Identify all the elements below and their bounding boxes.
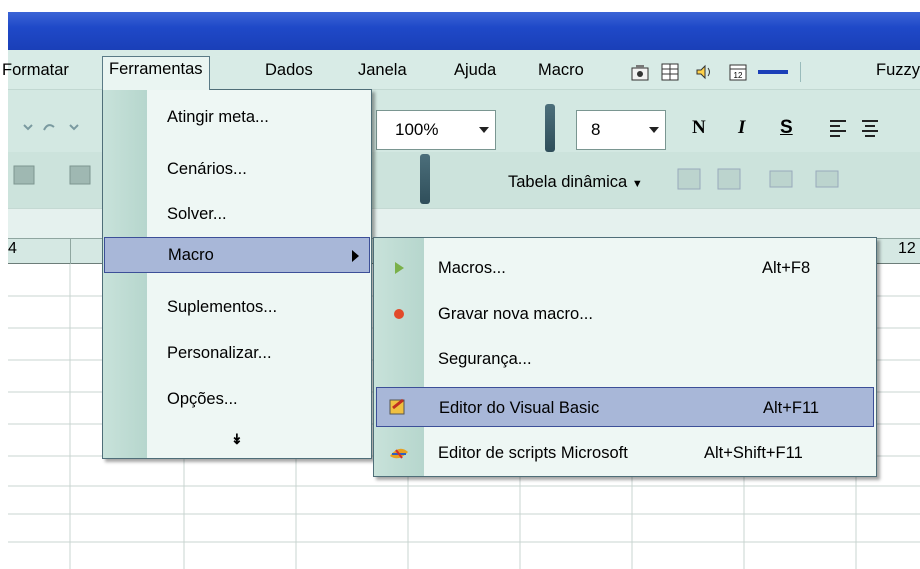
zoom-value: 100% (395, 120, 439, 139)
menu-fuzzy[interactable]: Fuzzy (876, 58, 920, 84)
font-size-combo[interactable]: 8 (576, 110, 666, 150)
column-header-left: 4 (8, 240, 17, 257)
shortcut-script-editor: Alt+Shift+F11 (704, 444, 803, 462)
underline-button[interactable]: S (780, 117, 793, 139)
excel-window: Formatar Ferramentas Dados Janela Ajuda … (0, 0, 920, 569)
toolbar-grip-icon[interactable] (420, 154, 430, 204)
menu-ajuda-label: Ajuda (454, 61, 497, 79)
chevron-down-icon[interactable] (649, 127, 659, 133)
record-icon (394, 309, 404, 319)
submenu-item-macros[interactable]: Macros... (438, 256, 506, 280)
menu-dados[interactable]: Dados (265, 58, 313, 84)
pivot-table-button[interactable]: Tabela dinâmica ▼ (508, 173, 643, 192)
chevron-down-icon[interactable] (479, 127, 489, 133)
toolbar-grip-icon[interactable] (545, 104, 555, 154)
menu-bar: Formatar Ferramentas Dados Janela Ajuda … (2, 50, 920, 90)
speaker-icon[interactable] (694, 62, 714, 82)
italic-button[interactable]: I (738, 117, 745, 139)
menu-item-solver[interactable]: Solver... (167, 202, 227, 226)
menu-item-atingir-meta[interactable]: Atingir meta... (167, 105, 269, 129)
menu-fuzzy-label: Fuzzy (876, 61, 920, 79)
shortcut-vb-editor: Alt+F11 (763, 399, 820, 417)
bold-button[interactable]: N (692, 117, 706, 139)
submenu-item-vb-editor-label: Editor do Visual Basic (439, 399, 600, 417)
submenu-item-gravar-macro[interactable]: Gravar nova macro... (438, 302, 593, 326)
chevron-down-icon: ▼ (631, 178, 643, 190)
font-size-value: 8 (591, 120, 601, 139)
menu-item-macro-label: Macro (168, 246, 214, 264)
menu-macro-label: Macro (538, 61, 584, 79)
play-icon (395, 262, 404, 274)
menu-formatar[interactable]: Formatar (2, 58, 69, 84)
pivot-table-label: Tabela dinâmica (508, 173, 628, 191)
submenu-item-vb-editor[interactable]: Editor do Visual Basic Alt+F11 (376, 387, 874, 427)
ferramentas-menu: Atingir meta... Cenários... Solver... Ma… (102, 89, 372, 459)
double-chevron-down-icon[interactable]: ↡ (231, 431, 243, 448)
menu-gutter (103, 90, 147, 458)
align-icons[interactable] (826, 118, 916, 138)
menu-janela-label: Janela (358, 61, 407, 79)
menu-dados-label: Dados (265, 61, 313, 79)
chevron-right-icon (352, 250, 359, 262)
column-header-right: 12 (898, 240, 916, 257)
undo-redo-icon[interactable] (22, 120, 82, 134)
menu-ferramentas[interactable]: Ferramentas (102, 56, 210, 90)
menu-item-suplementos[interactable]: Suplementos... (167, 295, 277, 319)
menu-macro[interactable]: Macro (538, 58, 584, 84)
form-icon[interactable] (660, 62, 680, 82)
calendar-icon-label: 12 (734, 71, 743, 80)
menu-item-opcoes[interactable]: Opções... (167, 387, 238, 411)
menu-formatar-label: Formatar (2, 61, 69, 79)
submenu-item-seguranca[interactable]: Segurança... (438, 347, 532, 371)
menu-ajuda[interactable]: Ajuda (454, 58, 496, 84)
menu-item-personalizar[interactable]: Personalizar... (167, 341, 272, 365)
camera-icon[interactable] (630, 62, 650, 82)
shortcut-macros: Alt+F8 (762, 259, 811, 277)
menu-item-cenarios[interactable]: Cenários... (167, 157, 247, 181)
menu-janela[interactable]: Janela (358, 58, 407, 84)
macro-submenu: Macros... Alt+F8 Gravar nova macro... Se… (373, 237, 877, 477)
calendar-icon[interactable]: 12 (728, 62, 748, 82)
menu-item-macro[interactable]: Macro (104, 237, 370, 273)
menu-ferramentas-label: Ferramentas (109, 60, 203, 78)
title-bar (8, 12, 920, 50)
pivot-tool-icons[interactable] (670, 165, 915, 193)
line-icon[interactable] (758, 70, 788, 74)
zoom-combo[interactable]: 100% (376, 110, 496, 150)
vb-editor-icon (389, 398, 405, 415)
layout-icons[interactable] (12, 164, 100, 186)
submenu-item-script-editor[interactable]: Editor de scripts Microsoft (438, 441, 628, 465)
script-editor-icon (390, 448, 408, 459)
separator (800, 62, 801, 82)
